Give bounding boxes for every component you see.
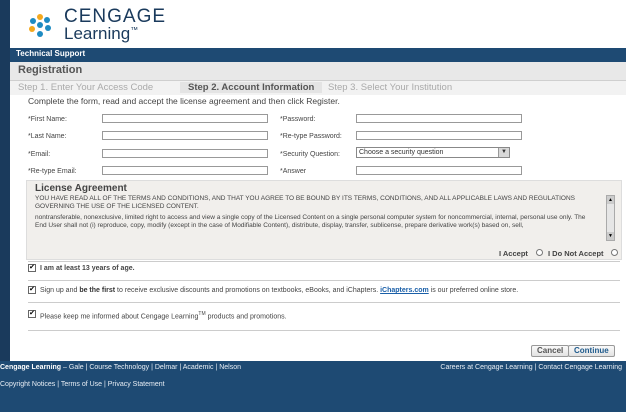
ichapters-link[interactable]: iChapters.com	[380, 287, 429, 294]
continue-button[interactable]: Continue	[568, 345, 615, 357]
retype-email-field[interactable]	[102, 166, 268, 175]
email-label: *Email:	[28, 151, 51, 158]
license-text[interactable]: YOU HAVE READ ALL OF THE TERMS AND CONDI…	[35, 195, 595, 230]
first-name-field[interactable]	[102, 114, 268, 123]
technical-support-link[interactable]: Technical Support	[16, 49, 85, 58]
footer: Cengage Learning – Gale | Course Technol…	[0, 361, 626, 412]
page-title: Registration	[18, 64, 83, 76]
logo-area: CENGAGE Learning™	[10, 0, 626, 48]
security-question-select[interactable]: Choose a security question ▼	[356, 147, 510, 158]
security-question-value: Choose a security question	[359, 149, 444, 156]
page: CENGAGE Learning™ Technical Support Regi…	[10, 0, 626, 412]
promo-label: Sign up and be the first to receive excl…	[40, 287, 519, 294]
divider	[28, 302, 620, 303]
answer-label: *Answer	[280, 168, 307, 175]
i-accept-label: I Accept	[499, 249, 528, 258]
divider	[28, 280, 620, 281]
retype-password-label: *Re-type Password:	[280, 133, 342, 140]
age-label: I am at least 13 years of age.	[40, 265, 135, 272]
instructions: Complete the form, read and accept the l…	[28, 96, 340, 106]
retype-password-field[interactable]	[356, 131, 522, 140]
step-3: Step 3. Select Your Institution	[328, 82, 453, 93]
footer-legal-links[interactable]: Copyright Notices | Terms of Use | Priva…	[0, 381, 165, 388]
divider	[28, 261, 620, 262]
first-name-label: *First Name:	[28, 116, 67, 123]
registration-header: Registration	[10, 62, 626, 81]
step-indicator: Step 1. Enter Your Access Code Step 2. A…	[10, 81, 626, 95]
license-text-para1: YOU HAVE READ ALL OF THE TERMS AND CONDI…	[35, 195, 575, 210]
footer-brand[interactable]: Cengage Learning	[0, 364, 61, 371]
i-do-not-accept-label: I Do Not Accept	[548, 249, 604, 258]
retype-email-label: *Re-type Email:	[28, 168, 77, 175]
keep-informed-checkbox[interactable]: ✔	[28, 310, 36, 318]
cancel-button[interactable]: Cancel	[531, 345, 570, 357]
license-agreement-box: License Agreement YOU HAVE READ ALL OF T…	[26, 180, 622, 260]
license-scrollbar[interactable]: ▲ ▼	[606, 195, 615, 241]
scroll-up-icon[interactable]: ▲	[607, 196, 614, 204]
email-field[interactable]	[102, 149, 268, 158]
promo-checkbox[interactable]: ✔	[28, 286, 36, 294]
cengage-logo-icon	[29, 14, 51, 37]
footer-brand-list[interactable]: – Gale | Course Technology | Delmar | Ac…	[63, 364, 241, 371]
scroll-down-icon[interactable]: ▼	[607, 232, 614, 240]
security-question-label: *Security Question:	[280, 151, 340, 158]
chevron-down-icon[interactable]: ▼	[498, 148, 509, 157]
last-name-field[interactable]	[102, 131, 268, 140]
step-2-current: Step 2. Account Information	[180, 82, 323, 93]
step-1: Step 1. Enter Your Access Code	[18, 82, 154, 93]
password-field[interactable]	[356, 114, 522, 123]
left-edge	[0, 0, 10, 412]
brand-sub: Learning™	[64, 24, 139, 43]
footer-right-links[interactable]: Careers at Cengage Learning | Contact Ce…	[440, 364, 622, 371]
i-accept-radio[interactable]	[536, 249, 543, 256]
divider	[28, 330, 620, 331]
age-checkbox[interactable]: ✔	[28, 264, 36, 272]
top-bar: Technical Support	[10, 48, 626, 62]
answer-field[interactable]	[356, 166, 522, 175]
i-do-not-accept-radio[interactable]	[611, 249, 618, 256]
password-label: *Password:	[280, 116, 316, 123]
keep-informed-label: Please keep me informed about Cengage Le…	[40, 311, 287, 321]
license-text-para2: nontransferable, nonexclusive, limited r…	[35, 214, 586, 229]
license-title: License Agreement	[35, 183, 127, 194]
last-name-label: *Last Name:	[28, 133, 67, 140]
footer-brand-links: Cengage Learning – Gale | Course Technol…	[0, 364, 241, 371]
